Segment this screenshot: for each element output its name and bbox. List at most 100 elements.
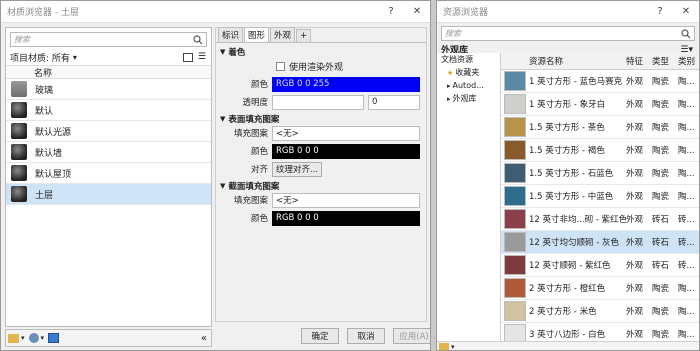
asset-cell-cat: 砖... xyxy=(678,215,695,225)
asset-thumbnail xyxy=(504,255,526,275)
tab-0[interactable]: 标识 xyxy=(218,27,244,42)
align-label: 对齐 xyxy=(250,165,268,175)
material-name: 默认屋顶 xyxy=(35,169,72,180)
close-button[interactable]: ✕ xyxy=(673,6,699,17)
filter-dropdown[interactable]: 项目材质: 所有 xyxy=(10,51,70,64)
asset-cell-feature: 外观 xyxy=(626,123,644,133)
asset-row[interactable]: 12 英寸顺砌 - 紫红色 外观 砖石 砖... xyxy=(501,254,699,277)
material-item[interactable]: 默认光源 xyxy=(6,121,211,142)
material-item[interactable]: 默认屋顶 xyxy=(6,163,211,184)
column-header: 名称 xyxy=(6,65,211,79)
tab-1[interactable]: 图形 xyxy=(244,27,270,42)
asset-row[interactable]: 12 英寸非均...砌 - 紫红色 外观 砖石 砖... xyxy=(501,208,699,231)
cancel-button[interactable]: 取消 xyxy=(347,328,385,344)
search-row: 搜索 xyxy=(437,23,699,44)
section-cut-pattern[interactable]: ▼ 截面填充图案 xyxy=(216,179,426,192)
transparency-input[interactable]: 0 xyxy=(368,94,420,110)
asset-row[interactable]: 1 英寸方形 - 象牙白 外观 陶瓷 陶... xyxy=(501,93,699,116)
folder-icon[interactable] xyxy=(439,343,449,350)
collapse-triangle-icon: ▼ xyxy=(220,114,226,123)
tree-item[interactable]: ▸ 外观库 xyxy=(437,92,500,105)
asset-cell-cat: 陶... xyxy=(678,192,695,202)
cut-pattern-field[interactable]: <无> xyxy=(272,192,420,208)
asset-cell-cat: 陶... xyxy=(678,307,695,317)
asset-cell-feature: 外观 xyxy=(626,330,644,340)
column-name-header[interactable]: 名称 xyxy=(34,66,52,79)
apply-button[interactable]: 应用(A) xyxy=(393,328,430,344)
material-item[interactable]: 玻璃 xyxy=(6,79,211,100)
expand-arrow-icon: ▸ xyxy=(447,94,451,103)
shading-color-swatch[interactable]: RGB 0 0 255 xyxy=(272,76,420,92)
surface-color-swatch[interactable]: RGB 0 0 0 xyxy=(272,143,420,159)
chevron-down-icon[interactable]: ▾ xyxy=(73,53,77,62)
chevron-down-icon[interactable]: ▾ xyxy=(21,334,25,342)
material-thumbnail xyxy=(11,165,27,181)
globe-icon[interactable] xyxy=(28,333,39,343)
chevron-down-icon[interactable]: ▾ xyxy=(41,334,45,342)
tab-2[interactable]: 外观 xyxy=(270,27,296,42)
folder-icon[interactable] xyxy=(8,333,19,343)
asset-row[interactable]: 1.5 英寸方形 - 茶色 外观 陶瓷 陶... xyxy=(501,116,699,139)
close-button[interactable]: ✕ xyxy=(404,6,430,17)
asset-browser-window: 资源浏览器 ? ✕ 搜索 外观库 ☰▾ 文档资源 ★ 收藏夹 ▸ Autod... ▸ 外观… xyxy=(436,0,700,351)
surface-pattern-field[interactable]: <无> xyxy=(272,125,420,141)
help-button[interactable]: ? xyxy=(378,6,404,17)
section-shading[interactable]: ▼ 着色 xyxy=(216,45,426,58)
search-input[interactable]: 搜索 xyxy=(10,32,207,47)
asset-row[interactable]: 1.5 英寸方形 - 中蓝色 外观 陶瓷 陶... xyxy=(501,185,699,208)
column-feature-header[interactable]: 特征 xyxy=(626,55,652,67)
view-options-icon[interactable]: ☰ xyxy=(198,52,206,62)
asset-row[interactable]: 12 英寸均匀顺砌 - 灰色 外观 砖石 砖... xyxy=(501,231,699,254)
asset-cell-type: 陶瓷 xyxy=(652,123,670,133)
title-bar: 材质浏览器 - 土层 ? ✕ xyxy=(1,1,430,23)
asset-cell-name: 1.5 英寸方形 - 褐色 xyxy=(529,146,605,156)
section-surface-pattern[interactable]: ▼ 表面填充图案 xyxy=(216,112,426,125)
asset-cell-type: 砖石 xyxy=(652,215,670,225)
column-category-header[interactable]: 类别 xyxy=(678,55,699,67)
asset-cell-feature: 外观 xyxy=(626,238,644,248)
asset-cell-feature: 外观 xyxy=(626,192,644,202)
asset-row[interactable]: 2 英寸方形 - 米色 外观 陶瓷 陶... xyxy=(501,300,699,323)
asset-cell-feature: 外观 xyxy=(626,77,644,87)
asset-cell-name: 1.5 英寸方形 - 石蓝色 xyxy=(529,169,614,179)
asset-row[interactable]: 1.5 英寸方形 - 褐色 外观 陶瓷 陶... xyxy=(501,139,699,162)
column-name-header[interactable]: 资源名称 xyxy=(529,55,626,67)
asset-cell-type: 砖石 xyxy=(652,261,670,271)
ok-button[interactable]: 确定 xyxy=(301,328,339,344)
asset-cell-type: 陶瓷 xyxy=(652,77,670,87)
tab-3[interactable]: + xyxy=(296,29,312,42)
list-view-icon[interactable] xyxy=(182,52,193,62)
tree-item-label: 外观库 xyxy=(452,94,477,103)
transparency-slider[interactable] xyxy=(272,94,364,110)
cut-color-swatch[interactable]: RGB 0 0 0 xyxy=(272,210,420,226)
color-label: 颜色 xyxy=(250,80,268,90)
asset-cell-cat: 砖... xyxy=(678,261,695,271)
material-properties-pane: 标识 图形 外观 + ▼ 着色 使用渲染外观 颜色 RGB 0 0 255 透明度 0… xyxy=(215,27,427,322)
collapse-panel-button[interactable]: « xyxy=(201,333,207,344)
tree-item[interactable]: ▸ Autod... xyxy=(437,79,500,92)
asset-cell-name: 1 英寸方形 - 蓝色马赛克 xyxy=(529,77,623,87)
material-item[interactable]: 默认墙 xyxy=(6,142,211,163)
chevron-down-icon[interactable]: ▾ xyxy=(451,343,455,350)
asset-thumbnail xyxy=(504,94,526,114)
material-item[interactable]: 默认 xyxy=(6,100,211,121)
asset-row[interactable]: 2 英寸方形 - 橙红色 外观 陶瓷 陶... xyxy=(501,277,699,300)
search-icon xyxy=(193,34,203,44)
asset-cell-feature: 外观 xyxy=(626,284,644,294)
tree-item[interactable]: ★ 收藏夹 xyxy=(437,66,500,79)
material-item[interactable]: 土层 xyxy=(6,184,211,205)
asset-thumbnail xyxy=(504,232,526,252)
column-type-header[interactable]: 类型 xyxy=(652,55,678,67)
asset-cell-name: 12 英寸非均...砌 - 紫红色 xyxy=(529,215,626,225)
tree-item[interactable]: 文档资源 xyxy=(437,53,500,66)
help-button[interactable]: ? xyxy=(647,6,673,17)
search-placeholder: 搜索 xyxy=(14,35,30,44)
material-name: 土层 xyxy=(35,190,54,201)
asset-browser-icon[interactable] xyxy=(48,333,60,343)
search-input[interactable]: 搜索 xyxy=(441,26,695,41)
asset-cell-name: 12 英寸顺砌 - 紫红色 xyxy=(529,261,611,271)
asset-row[interactable]: 1.5 英寸方形 - 石蓝色 外观 陶瓷 陶... xyxy=(501,162,699,185)
asset-row[interactable]: 1 英寸方形 - 蓝色马赛克 外观 陶瓷 陶... xyxy=(501,70,699,93)
texture-align-button[interactable]: 纹理对齐... xyxy=(272,161,322,177)
use-render-checkbox[interactable] xyxy=(276,61,285,71)
